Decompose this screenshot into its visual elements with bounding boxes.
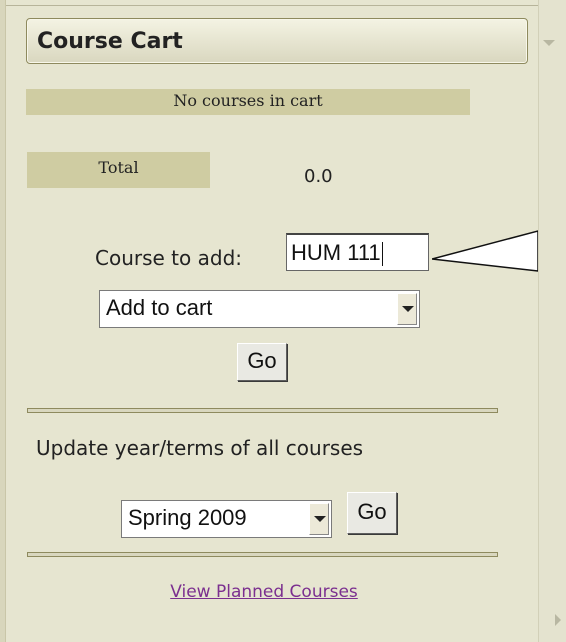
total-label-box: Total [27,152,210,188]
course-to-add-label: Course to add: [95,246,243,270]
update-go-label: Go [357,499,387,524]
empty-cart-bar: No courses in cart [26,89,470,115]
chevron-right-icon[interactable] [555,614,561,626]
cart-title: Course Cart [37,29,183,54]
text-caret [381,242,383,267]
view-planned-courses-link[interactable]: View Planned Courses [0,582,528,602]
left-edge [0,0,6,642]
divider-bottom [27,552,498,557]
cart-action-select[interactable]: Add to cart [99,290,420,328]
chevron-down-icon[interactable] [543,40,555,46]
course-input-value: HUM 111 [291,240,381,265]
total-value: 0.0 [304,166,333,187]
divider-top [27,408,498,413]
cart-action-selected: Add to cart [106,295,213,320]
add-go-button[interactable]: Go [237,343,287,381]
callout-pointer [432,230,538,272]
dropdown-arrow-icon[interactable] [309,503,329,535]
add-go-label: Go [247,348,277,373]
update-go-button[interactable]: Go [347,492,397,534]
course-input[interactable]: HUM 111 [286,233,429,271]
empty-cart-message: No courses in cart [173,91,323,110]
side-strip [538,0,566,642]
term-selected: Spring 2009 [128,505,247,530]
cart-header[interactable]: Course Cart [26,18,528,64]
update-terms-label: Update year/terms of all courses [36,436,364,460]
top-edge [0,0,566,6]
term-select[interactable]: Spring 2009 [121,500,332,538]
total-label: Total [98,158,139,177]
dropdown-arrow-icon[interactable] [397,293,417,325]
